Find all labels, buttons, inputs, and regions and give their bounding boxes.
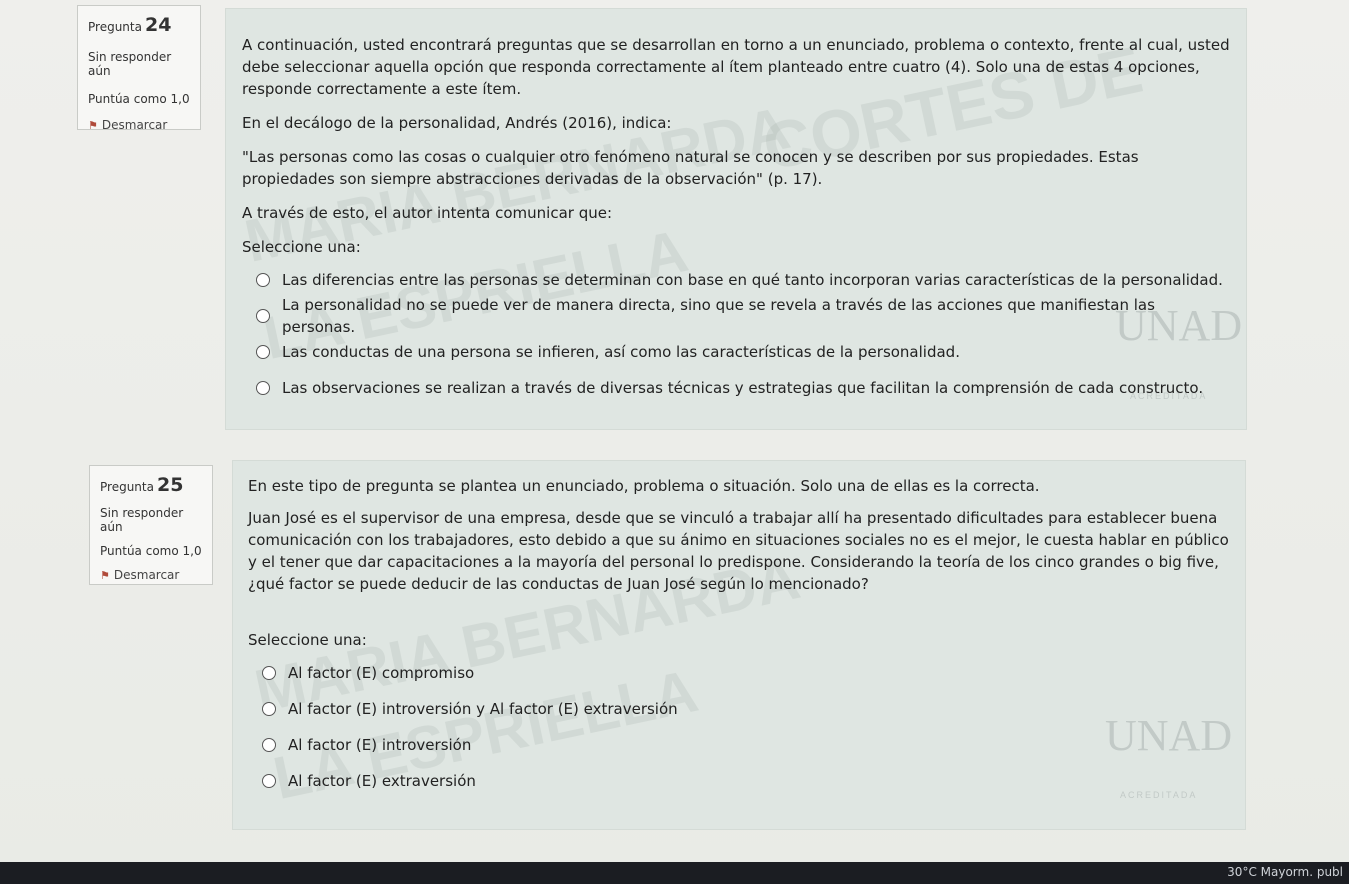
question-24-statement: En el decálogo de la personalidad, André… [242,114,672,132]
radio-button[interactable] [256,345,270,359]
radio-button[interactable] [256,273,270,287]
question-24-info: Pregunta 24 Sin responder aún Puntúa como… [77,5,201,132]
option-label: Al factor (E) compromiso [288,664,475,682]
question-24-intro: A continuación, usted encontrará pregunt… [242,36,1230,98]
weather-widget[interactable]: 30°C Mayorm. publ [1227,865,1343,879]
option-label: La personalidad no se puede ver de maner… [282,296,1155,336]
question-status: Sin responder aún [88,50,172,78]
question-24-quote: "Las personas como las cosas o cualquier… [242,148,1139,188]
question-number: 24 [144,14,172,36]
option-label: Al factor (E) introversión y Al factor (… [288,700,678,718]
answer-option-b[interactable]: Al factor (E) introversión y Al factor (… [248,691,1233,727]
question-label: Pregunta [100,480,154,494]
unflag-label: Desmarcar [113,568,180,582]
question-24-heading: Pregunta 24 [88,14,190,36]
flag-icon: ⚑ [100,569,110,582]
answer-option-b[interactable]: La personalidad no se puede ver de maner… [242,296,1232,336]
unflag-button[interactable]: ⚑ Desmarcar [88,118,190,132]
select-one-prompt: Seleccione una: [242,238,361,256]
question-25-heading: Pregunta 25 [100,474,202,496]
radio-button[interactable] [256,309,270,323]
question-24-options: Las diferencias entre las personas se de… [242,262,1232,406]
unflag-label: Desmarcar [101,118,168,132]
radio-button[interactable] [262,774,276,788]
answer-option-d[interactable]: Las observaciones se realizan a través d… [242,370,1232,406]
question-25-options: Al factor (E) compromiso Al factor (E) i… [248,655,1233,799]
answer-option-a[interactable]: Las diferencias entre las personas se de… [242,262,1232,298]
unflag-button[interactable]: ⚑ Desmarcar [100,568,202,582]
select-one-prompt: Seleccione una: [248,631,367,649]
question-25-content: En este tipo de pregunta se plantea un e… [248,475,1233,799]
option-label: Las diferencias entre las personas se de… [282,271,1223,289]
option-label: Al factor (E) extraversión [288,772,476,790]
radio-button[interactable] [262,738,276,752]
question-status: Sin responder aún [100,506,184,534]
question-25-info: Pregunta 25 Sin responder aún Puntúa como… [89,465,213,585]
option-label: Las conductas de una persona se infieren… [282,343,960,361]
question-24-question: A través de esto, el autor intenta comun… [242,204,613,222]
option-label: Las observaciones se realizan a través d… [282,379,1204,397]
radio-button[interactable] [262,666,276,680]
question-number: 25 [156,474,184,496]
radio-button[interactable] [262,702,276,716]
radio-button[interactable] [256,381,270,395]
question-24-content: A continuación, usted encontrará pregunt… [242,34,1232,406]
question-25-statement: Juan José es el supervisor de una empres… [248,509,1229,593]
question-points: Puntúa como 1,0 [100,544,202,558]
option-label: Al factor (E) introversión [288,736,472,754]
quiz-page: Pregunta 24 Sin responder aún Puntúa como… [0,0,1349,884]
taskbar: 30°C Mayorm. publ [0,862,1349,884]
question-25-intro: En este tipo de pregunta se plantea un e… [248,477,1040,495]
question-points: Puntúa como 1,0 [88,92,190,106]
answer-option-d[interactable]: Al factor (E) extraversión [248,763,1233,799]
answer-option-c[interactable]: Las conductas de una persona se infieren… [242,334,1232,370]
answer-option-a[interactable]: Al factor (E) compromiso [248,655,1233,691]
question-label: Pregunta [88,20,142,34]
answer-option-c[interactable]: Al factor (E) introversión [248,727,1233,763]
flag-icon: ⚑ [88,119,98,132]
